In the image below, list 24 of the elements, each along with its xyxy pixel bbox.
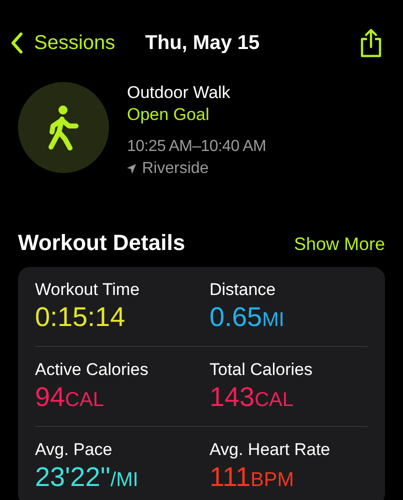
metric-value: 143CAL [210, 381, 294, 414]
workout-time-range: 10:25 AM–10:40 AM [127, 137, 266, 157]
metric-value: 111BPM [210, 461, 295, 494]
workout-location: Riverside [142, 159, 209, 179]
metric-label: Avg. Pace [35, 439, 114, 461]
metric-value: 0.65MI [210, 301, 286, 334]
walking-figure-icon [46, 104, 80, 150]
metric-label: Active Calories [35, 359, 150, 381]
back-button[interactable]: Sessions [10, 32, 116, 54]
nav-title: Thu, May 15 [145, 32, 260, 54]
metric-value: 23'22''/MI [35, 461, 140, 494]
location-arrow-icon [127, 164, 136, 174]
workout-goal: Open Goal [127, 104, 210, 126]
metric-value: 0:15:14 [35, 301, 126, 333]
chevron-left-icon [10, 32, 24, 54]
metric-label: Workout Time [35, 279, 141, 301]
metric-label: Total Calories [210, 359, 314, 381]
show-more-link[interactable]: Show More [294, 234, 385, 255]
metric-value: 94CAL [35, 381, 105, 414]
metric-label: Distance [210, 279, 277, 301]
workout-name: Outdoor Walk [127, 82, 232, 104]
section-title: Workout Details [18, 230, 186, 256]
share-icon[interactable] [359, 28, 383, 58]
metric-label: Avg. Heart Rate [210, 439, 332, 461]
